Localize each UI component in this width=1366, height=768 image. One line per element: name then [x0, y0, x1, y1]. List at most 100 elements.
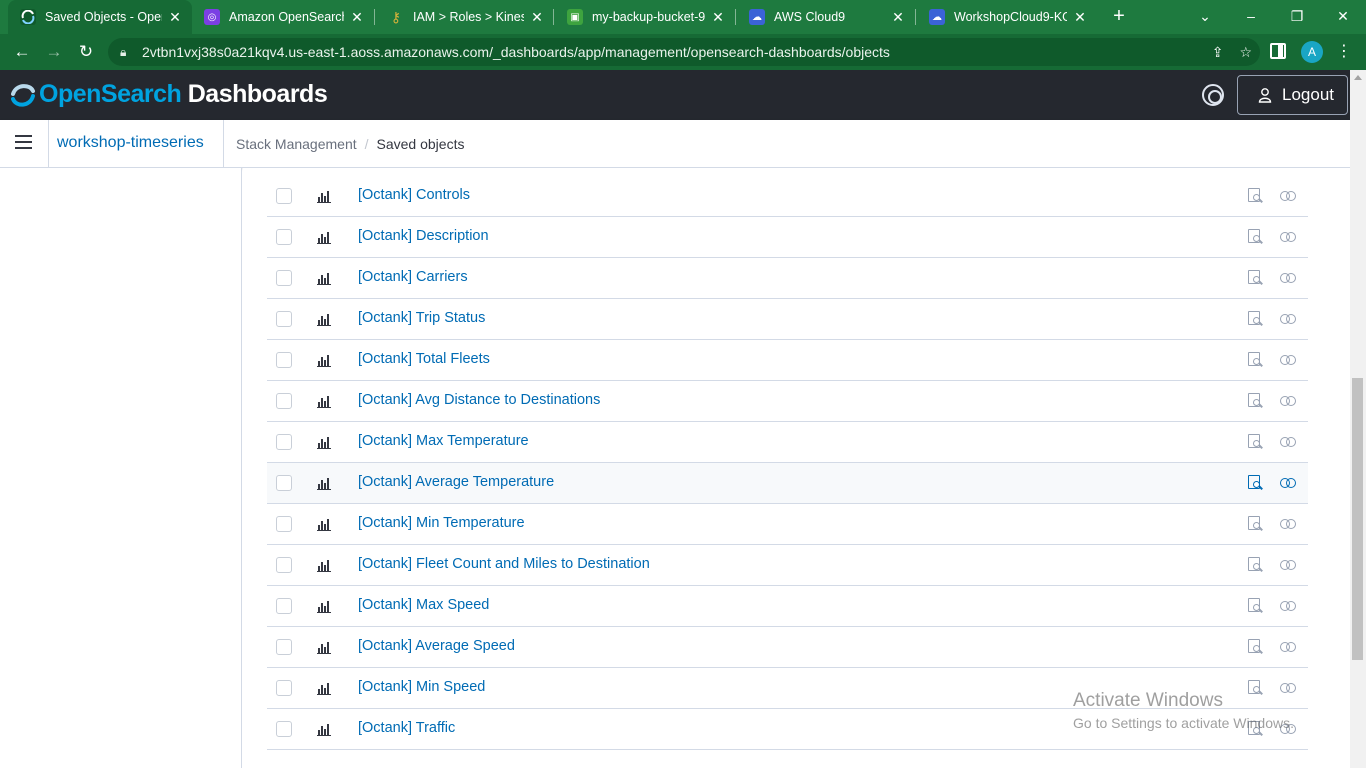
- relationships-icon[interactable]: [1280, 311, 1296, 327]
- tab-title: Amazon OpenSearch: [229, 10, 344, 24]
- row-checkbox[interactable]: [276, 393, 292, 409]
- saved-object-title-link[interactable]: [Octank] Description: [358, 228, 489, 244]
- browser-tab-amazon-opensearch[interactable]: ◎ Amazon OpenSearch ✕: [192, 0, 374, 34]
- row-checkbox[interactable]: [276, 434, 292, 450]
- bookmark-star-icon[interactable]: ☆: [1239, 38, 1252, 66]
- row-checkbox[interactable]: [276, 557, 292, 573]
- inspect-icon[interactable]: [1247, 270, 1263, 286]
- inspect-icon[interactable]: [1247, 352, 1263, 368]
- row-checkbox[interactable]: [276, 229, 292, 245]
- row-checkbox[interactable]: [276, 475, 292, 491]
- row-checkbox[interactable]: [276, 188, 292, 204]
- tab-close-icon[interactable]: ✕: [891, 9, 905, 26]
- breadcrumb: Stack Management / Saved objects: [236, 136, 464, 152]
- inspect-icon[interactable]: [1247, 639, 1263, 655]
- row-checkbox[interactable]: [276, 270, 292, 286]
- row-checkbox[interactable]: [276, 598, 292, 614]
- saved-object-title-link[interactable]: [Octank] Carriers: [358, 269, 468, 285]
- inspect-icon[interactable]: [1247, 516, 1263, 532]
- saved-object-title-link[interactable]: [Octank] Min Temperature: [358, 515, 525, 531]
- saved-object-title-link[interactable]: [Octank] Avg Distance to Destinations: [358, 392, 600, 408]
- help-lifebuoy-icon[interactable]: [1202, 84, 1224, 106]
- saved-object-title-link[interactable]: [Octank] Total Fleets: [358, 351, 490, 367]
- tab-close-icon[interactable]: ✕: [168, 9, 182, 26]
- relationships-icon[interactable]: [1280, 598, 1296, 614]
- row-checkbox[interactable]: [276, 721, 292, 737]
- tab-search-chevron-icon[interactable]: ⌄: [1193, 4, 1217, 28]
- opensearch-favicon-icon: [20, 9, 36, 25]
- cloud9-favicon-icon: ☁: [929, 9, 945, 25]
- relationships-icon[interactable]: [1280, 188, 1296, 204]
- saved-object-title-link[interactable]: [Octank] Max Speed: [358, 597, 489, 613]
- relationships-icon[interactable]: [1280, 270, 1296, 286]
- divider: [48, 120, 49, 168]
- amazon-opensearch-favicon-icon: ◎: [204, 9, 220, 25]
- saved-object-title-link[interactable]: [Octank] Traffic: [358, 720, 455, 736]
- restore-icon[interactable]: ❐: [1285, 4, 1309, 28]
- saved-object-title-link[interactable]: [Octank] Controls: [358, 187, 470, 203]
- opensearch-dashboards-logo[interactable]: OpenSearch Dashboards: [10, 80, 328, 109]
- profile-avatar[interactable]: A: [1301, 41, 1323, 63]
- saved-object-title-link[interactable]: [Octank] Fleet Count and Miles to Destin…: [358, 556, 650, 572]
- tab-close-icon[interactable]: ✕: [1073, 9, 1087, 26]
- inspect-icon[interactable]: [1247, 557, 1263, 573]
- minimize-icon[interactable]: –: [1239, 4, 1263, 28]
- page-scrollbar[interactable]: [1350, 70, 1366, 768]
- inspect-icon[interactable]: [1247, 475, 1263, 491]
- tab-close-icon[interactable]: ✕: [350, 9, 364, 26]
- address-bar[interactable]: 🔒︎ 2vtbn1vxj38s0a21kqv4.us-east-1.aoss.a…: [108, 38, 1260, 66]
- tab-close-icon[interactable]: ✕: [530, 9, 544, 26]
- tab-separator: [735, 9, 736, 25]
- browser-tab-iam-roles[interactable]: ⚷ IAM > Roles > Kinesis ✕: [376, 0, 554, 34]
- row-checkbox[interactable]: [276, 352, 292, 368]
- browser-tab-workshop-cloud9[interactable]: ☁ WorkshopCloud9-KG1 ✕: [917, 0, 1097, 34]
- relationships-icon[interactable]: [1280, 475, 1296, 491]
- reload-icon[interactable]: ↻: [74, 41, 98, 63]
- share-icon[interactable]: ⇪: [1212, 38, 1224, 66]
- row-checkbox[interactable]: [276, 516, 292, 532]
- visualization-icon: [317, 558, 331, 572]
- tab-close-icon[interactable]: ✕: [711, 9, 725, 26]
- relationships-icon[interactable]: [1280, 393, 1296, 409]
- scrollbar-thumb[interactable]: [1352, 378, 1363, 660]
- tab-title: IAM > Roles > Kinesis: [413, 10, 524, 24]
- saved-object-title-link[interactable]: [Octank] Trip Status: [358, 310, 485, 326]
- saved-object-title-link[interactable]: [Octank] Average Temperature: [358, 474, 554, 490]
- relationships-icon[interactable]: [1280, 434, 1296, 450]
- relationships-icon[interactable]: [1280, 352, 1296, 368]
- inspect-icon[interactable]: [1247, 598, 1263, 614]
- relationships-icon[interactable]: [1280, 639, 1296, 655]
- row-checkbox[interactable]: [276, 311, 292, 327]
- side-panel-icon[interactable]: [1270, 43, 1286, 59]
- row-checkbox[interactable]: [276, 639, 292, 655]
- saved-object-title-link[interactable]: [Octank] Average Speed: [358, 638, 515, 654]
- browser-menu-icon[interactable]: ⋮: [1336, 41, 1352, 61]
- new-tab-plus-icon[interactable]: +: [1108, 5, 1130, 27]
- breadcrumb-saved-objects: Saved objects: [376, 136, 465, 152]
- breadcrumb-stack-management[interactable]: Stack Management: [236, 136, 357, 152]
- breadcrumb-separator: /: [364, 136, 369, 152]
- saved-object-title-link[interactable]: [Octank] Max Temperature: [358, 433, 529, 449]
- scroll-up-arrow-icon[interactable]: [1354, 75, 1362, 80]
- relationships-icon[interactable]: [1280, 557, 1296, 573]
- row-checkbox[interactable]: [276, 680, 292, 696]
- inspect-icon[interactable]: [1247, 229, 1263, 245]
- saved-object-title-link[interactable]: [Octank] Min Speed: [358, 679, 485, 695]
- logout-button[interactable]: Logout: [1237, 75, 1348, 115]
- inspect-icon[interactable]: [1247, 311, 1263, 327]
- inspect-icon[interactable]: [1247, 434, 1263, 450]
- hamburger-menu-icon[interactable]: [15, 135, 33, 153]
- saved-objects-panel: [Octank] Controls [Octank] Description [Oc…: [243, 168, 1350, 768]
- table-row: [Octank] Average Temperature: [267, 463, 1308, 504]
- relationships-icon[interactable]: [1280, 229, 1296, 245]
- window-close-icon[interactable]: ✕: [1331, 4, 1355, 28]
- browser-tab-aws-cloud9[interactable]: ☁ AWS Cloud9 ✕: [737, 0, 915, 34]
- forward-arrow-icon[interactable]: →: [42, 41, 66, 63]
- relationships-icon[interactable]: [1280, 516, 1296, 532]
- browser-tab-s3-bucket[interactable]: ▣ my-backup-bucket-95 ✕: [555, 0, 735, 34]
- browser-tab-saved-objects[interactable]: Saved Objects - Open ✕: [8, 0, 192, 34]
- inspect-icon[interactable]: [1247, 393, 1263, 409]
- workspace-link[interactable]: workshop-timeseries: [57, 134, 204, 152]
- inspect-icon[interactable]: [1247, 188, 1263, 204]
- back-arrow-icon[interactable]: ←: [10, 41, 34, 63]
